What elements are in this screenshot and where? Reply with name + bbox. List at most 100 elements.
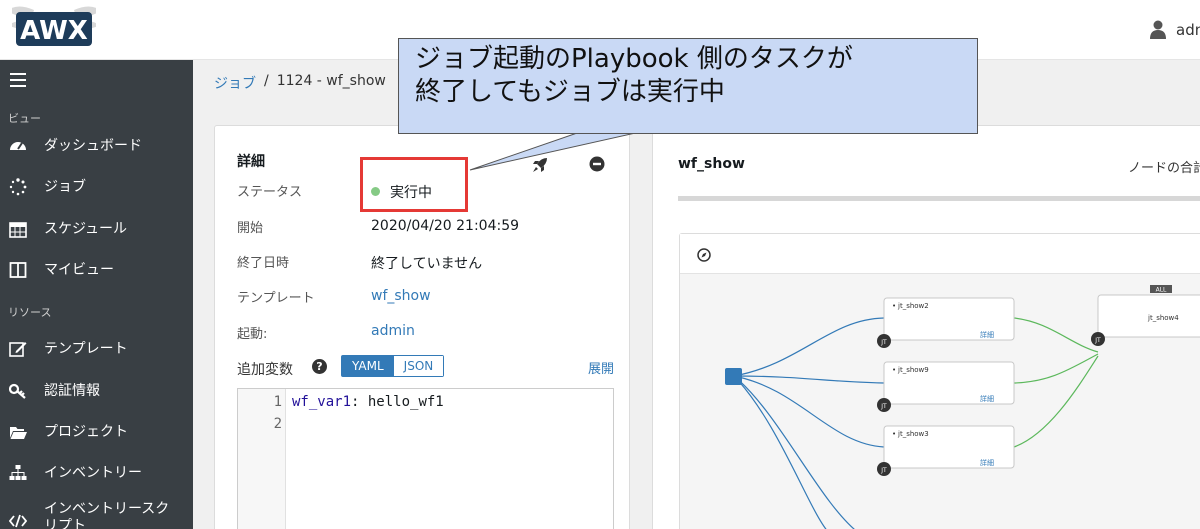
node-name: jt_show9 <box>897 366 929 374</box>
sidebar-item-label: 認証情報 <box>44 382 100 399</box>
job-details-panel: 詳細 ステータス 実行中 開始 2020/04/20 21:04:59 終了日時… <box>214 125 630 529</box>
workflow-node-jt-show2[interactable]: • jt_show2 詳細 JT <box>877 297 1015 348</box>
sidebar-section-resources: リソース <box>8 306 52 319</box>
dashboard-icon <box>8 136 28 156</box>
code-line-1: wf_var1: hello_wf1 <box>292 391 444 413</box>
hamburger-menu-icon[interactable] <box>10 73 26 87</box>
workflow-node-jt-show4[interactable]: ALL jt_show4 JT <box>1091 285 1200 346</box>
code-icon <box>8 511 28 529</box>
svg-text:•: • <box>892 430 896 438</box>
breadcrumb: ジョブ / 1124 - wf_show <box>214 73 386 93</box>
sidebar-item-label: ジョブ <box>44 178 86 195</box>
breadcrumb-current: 1124 - wf_show <box>276 73 386 89</box>
workflow-node-jt-show9[interactable]: • jt_show9 詳細 JT <box>877 361 1015 412</box>
sidebar-item-my-view[interactable]: マイビュー <box>0 252 193 288</box>
template-link[interactable]: wf_show <box>371 288 431 304</box>
sidebar-item-label: プロジェクト <box>44 423 128 440</box>
sidebar-section-view: ビュー <box>8 112 41 125</box>
cancel-job-icon[interactable] <box>589 156 605 172</box>
annotation-callout: ジョブ起動のPlaybook 側のタスクが 終了してもジョブは実行中 <box>398 38 978 134</box>
awx-logo[interactable]: AWX <box>12 4 96 52</box>
callout-line-1: ジョブ起動のPlaybook 側のタスクが <box>415 44 853 74</box>
code-value: : hello_wf1 <box>351 394 444 410</box>
finished-label: 終了日時 <box>237 256 290 271</box>
line-number: 1 <box>273 394 282 410</box>
sidebar-item-schedules[interactable]: スケジュール <box>0 211 193 247</box>
jobs-spinner-icon <box>8 177 28 197</box>
node-all-badge: ALL <box>1156 287 1167 294</box>
columns-icon <box>8 260 28 280</box>
node-details-link[interactable]: 詳細 <box>980 394 994 403</box>
sidebar-item-label: スケジュール <box>44 220 128 237</box>
relaunch-rocket-icon[interactable] <box>531 156 549 174</box>
node-type-badge: JT <box>880 467 887 474</box>
user-menu[interactable]: admin <box>1150 18 1200 42</box>
breadcrumb-jobs-link[interactable]: ジョブ <box>214 73 256 93</box>
sidebar-item-dashboard[interactable]: ダッシュボード <box>0 128 193 164</box>
key-icon <box>8 381 28 401</box>
node-type-badge: JT <box>880 403 887 410</box>
extra-vars-editor[interactable]: 1 2 wf_var1: hello_wf1 <box>237 388 614 529</box>
svg-text:AWX: AWX <box>20 16 88 46</box>
svg-text:•: • <box>892 366 896 374</box>
sidebar-item-projects[interactable]: プロジェクト <box>0 414 193 450</box>
node-details-link[interactable]: 詳細 <box>980 458 994 467</box>
started-value: 2020/04/20 21:04:59 <box>371 218 520 234</box>
help-icon[interactable]: ? <box>312 359 327 374</box>
status-label: ステータス <box>237 185 303 200</box>
workflow-title: wf_show <box>678 156 745 172</box>
sidebar-item-label: テンプレート <box>44 340 128 357</box>
breadcrumb-separator: / <box>264 73 269 89</box>
svg-text:•: • <box>892 302 896 310</box>
workflow-start-node[interactable] <box>725 368 742 385</box>
node-type-badge: JT <box>880 339 887 346</box>
workflow-node-jt-show3[interactable]: • jt_show3 詳細 JT <box>877 425 1015 476</box>
workflow-edge <box>733 375 827 529</box>
user-icon <box>1150 20 1166 39</box>
workflow-edge <box>733 375 885 448</box>
code-key: wf_var1 <box>292 394 352 410</box>
user-name[interactable]: admin <box>1176 21 1200 39</box>
workflow-edge <box>1013 355 1099 448</box>
started-label: 開始 <box>237 221 264 236</box>
sidebar-item-label: インベントリー <box>44 464 142 481</box>
yaml-toggle-button[interactable]: YAML <box>342 356 394 376</box>
template-label: テンプレート <box>237 291 315 306</box>
workflow-node-total-label: ノードの合計 <box>1128 161 1200 176</box>
sidebar-item-inventories[interactable]: インベントリー <box>0 455 193 491</box>
launched-by-label: 起動: <box>237 327 268 342</box>
status-highlight-box <box>360 157 468 212</box>
compass-icon[interactable] <box>697 248 711 262</box>
workflow-progress-bar <box>678 196 1200 201</box>
sidebar-item-templates[interactable]: テンプレート <box>0 331 193 367</box>
workflow-panel: wf_show ノードの合計 • jt_show2 詳細 JT • jt_sho… <box>652 125 1200 529</box>
sitemap-icon <box>8 463 28 483</box>
workflow-edge <box>733 317 885 377</box>
callout-line-2: 終了してもジョブは実行中 <box>415 77 725 107</box>
expand-link[interactable]: 展開 <box>588 358 614 377</box>
line-number: 2 <box>273 416 282 432</box>
sidebar-item-jobs[interactable]: ジョブ <box>0 169 193 205</box>
folder-icon <box>8 422 28 442</box>
json-toggle-button[interactable]: JSON <box>393 356 444 376</box>
node-type-badge: JT <box>1094 337 1101 344</box>
details-title: 詳細 <box>237 154 265 170</box>
workflow-graph-canvas: • jt_show2 詳細 JT • jt_show9 詳細 JT • jt_s… <box>725 285 1200 529</box>
node-name: jt_show2 <box>897 302 929 310</box>
node-name: jt_show4 <box>1147 314 1179 322</box>
sidebar-item-label: インベントリースクリプト <box>44 501 170 529</box>
extra-vars-label: 追加変数 <box>237 362 293 378</box>
sidebar-item-label: ダッシュボード <box>44 137 142 154</box>
node-name: jt_show3 <box>897 430 929 438</box>
launched-by-link[interactable]: admin <box>371 323 415 339</box>
workflow-graph-toolbar <box>680 234 1200 274</box>
node-details-link[interactable]: 詳細 <box>980 330 994 339</box>
workflow-edge <box>1013 353 1099 384</box>
workflow-graph[interactable]: • jt_show2 詳細 JT • jt_show9 詳細 JT • jt_s… <box>679 233 1200 529</box>
calendar-icon <box>8 219 28 239</box>
sidebar-item-inventory-scripts[interactable]: インベントリースクリプト <box>0 499 193 529</box>
sidebar-item-label: マイビュー <box>44 261 114 278</box>
workflow-edge <box>1013 317 1099 353</box>
sidebar-item-credentials[interactable]: 認証情報 <box>0 373 193 409</box>
format-toggle: YAML JSON <box>341 355 445 377</box>
